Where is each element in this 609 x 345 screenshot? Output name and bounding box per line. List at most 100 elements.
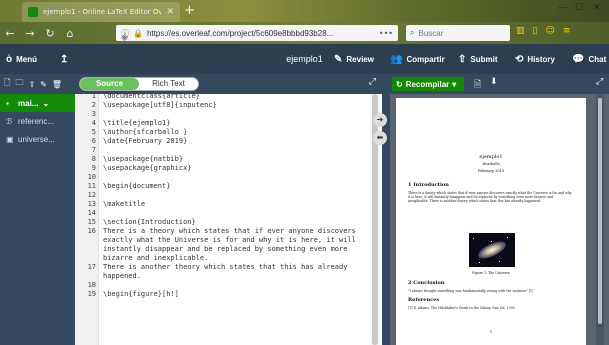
- sync-to-code-icon[interactable]: ⬅: [373, 131, 387, 145]
- pdf-conclusion-text: "I always thought something was fundamen…: [408, 289, 534, 293]
- code-line[interactable]: 17 There is another theory which states t…: [75, 263, 375, 272]
- account-icon[interactable]: ☺: [545, 26, 554, 36]
- code-line[interactable]: 9 \usepackage{graphicx}: [75, 164, 375, 173]
- code-text[interactable]: instantly disappear and be replaced by s…: [99, 245, 347, 254]
- code-text[interactable]: \begin{figure}[h!]: [99, 290, 179, 299]
- file-item-universe[interactable]: ▣ universe...: [0, 130, 75, 148]
- code-text[interactable]: \documentclass{article}: [99, 94, 200, 101]
- hamburger-menu-icon[interactable]: ≡: [563, 26, 571, 36]
- code-text[interactable]: \section{Introduction}: [99, 218, 196, 227]
- history-button[interactable]: ⟲ History: [515, 44, 555, 74]
- code-line[interactable]: happened.: [75, 272, 375, 281]
- code-text[interactable]: \title{ejemplo1}: [99, 119, 170, 128]
- delete-icon[interactable]: 🗑: [52, 80, 62, 89]
- code-lines[interactable]: 1 \documentclass{article} 2 \usepackage[utf…: [75, 94, 375, 299]
- browser-tab[interactable]: ejemplo1 - Online LaTeX Editor Overleaf …: [22, 2, 180, 22]
- code-text[interactable]: [99, 146, 103, 155]
- code-text[interactable]: There is another theory which states tha…: [99, 263, 347, 272]
- home-icon[interactable]: ⌂: [60, 27, 80, 40]
- close-tab-icon[interactable]: ✕: [166, 7, 174, 17]
- code-line[interactable]: bizarre and inexplicable.: [75, 254, 375, 263]
- expand-pdf-icon[interactable]: ⤢: [596, 77, 603, 87]
- code-line[interactable]: exactly what the Universe is for and why…: [75, 236, 375, 245]
- logs-icon[interactable]: 🗎: [474, 77, 481, 93]
- close-window-icon[interactable]: ✕: [593, 3, 601, 13]
- code-text[interactable]: \begin{document}: [99, 182, 170, 191]
- code-line[interactable]: 11 \begin{document}: [75, 182, 375, 191]
- search-bar[interactable]: ⌕ Buscar: [406, 25, 510, 41]
- pdf-scrollbar[interactable]: [596, 94, 604, 345]
- code-line[interactable]: 14: [75, 209, 375, 218]
- code-text[interactable]: [99, 191, 103, 200]
- code-text[interactable]: [99, 209, 103, 218]
- pdf-viewer[interactable]: ejemplo1 sfcarballo February 2019 1 Intr…: [390, 94, 609, 345]
- new-file-icon[interactable]: 🗋: [4, 77, 10, 91]
- submit-button[interactable]: ⇧ Submit: [458, 44, 498, 74]
- menu-button[interactable]: ȯ Menú: [6, 44, 37, 74]
- back-icon[interactable]: ←: [0, 27, 20, 40]
- upload-icon[interactable]: ⇪: [28, 80, 35, 89]
- pdf-page[interactable]: ejemplo1 sfcarballo February 2019 1 Intr…: [396, 98, 586, 345]
- line-number: 14: [87, 209, 96, 217]
- dropdown-caret-icon[interactable]: ▾: [452, 80, 456, 89]
- code-line[interactable]: 13 \maketitle: [75, 200, 375, 209]
- code-text[interactable]: [99, 173, 103, 182]
- new-folder-icon[interactable]: 🗀: [15, 77, 23, 91]
- code-editor[interactable]: 1 \documentclass{article} 2 \usepackage[utf…: [75, 94, 382, 345]
- code-line[interactable]: 19 \begin{figure}[h!]: [75, 290, 375, 299]
- sync-to-pdf-icon[interactable]: ➜: [373, 113, 387, 127]
- code-text[interactable]: [99, 110, 103, 119]
- code-line[interactable]: 2 \usepackage[utf8]{inputenc}: [75, 101, 375, 110]
- code-line[interactable]: 4 \title{ejemplo1}: [75, 119, 375, 128]
- recompile-button[interactable]: ↻ Recompilar ▾: [392, 77, 464, 91]
- new-tab-button[interactable]: +: [184, 3, 195, 18]
- code-text[interactable]: \date{February 2019}: [99, 137, 187, 146]
- code-line[interactable]: 12: [75, 191, 375, 200]
- rich-text-mode-button[interactable]: Rich Text: [139, 78, 198, 90]
- universe-image: [469, 233, 515, 267]
- page-actions-icon[interactable]: •••: [379, 29, 393, 38]
- code-line[interactable]: 1 \documentclass{article}: [75, 94, 375, 101]
- code-text[interactable]: \usepackage{natbib}: [99, 155, 183, 164]
- bookmark-star-icon[interactable]: ☆: [121, 32, 129, 43]
- code-line[interactable]: 18: [75, 281, 375, 290]
- code-line[interactable]: 3: [75, 110, 375, 119]
- code-line[interactable]: 15 \section{Introduction}: [75, 218, 375, 227]
- rename-icon[interactable]: ✎: [40, 80, 47, 89]
- code-text[interactable]: exactly what the Universe is for and why…: [99, 236, 356, 245]
- code-text[interactable]: \usepackage{graphicx}: [99, 164, 192, 173]
- code-text[interactable]: [99, 281, 103, 290]
- source-mode-button[interactable]: Source: [80, 78, 139, 90]
- code-line[interactable]: 10: [75, 173, 375, 182]
- code-text[interactable]: \maketitle: [99, 200, 145, 209]
- expand-editor-icon[interactable]: ⤢: [369, 77, 376, 87]
- home-button[interactable]: ↥: [60, 44, 68, 74]
- code-text[interactable]: There is a theory which states that if e…: [99, 227, 356, 236]
- code-line[interactable]: instantly disappear and be replaced by s…: [75, 245, 375, 254]
- sidebar-icon[interactable]: ▯: [533, 26, 538, 36]
- forward-icon[interactable]: →: [20, 27, 40, 40]
- code-text[interactable]: bizarre and inexplicable.: [99, 254, 208, 263]
- code-line[interactable]: 5 \author{sfcarballo }: [75, 128, 375, 137]
- code-text[interactable]: happened.: [99, 272, 141, 281]
- code-line[interactable]: 6 \date{February 2019}: [75, 137, 375, 146]
- library-icon[interactable]: ▥: [516, 26, 525, 36]
- code-line[interactable]: 7: [75, 146, 375, 155]
- minimize-icon[interactable]: —: [558, 3, 567, 13]
- chevron-down-icon[interactable]: ⌄: [42, 99, 49, 108]
- maximize-icon[interactable]: ☐: [575, 3, 583, 13]
- pdf-scroll-thumb[interactable]: [598, 98, 602, 324]
- share-button[interactable]: 👥 Compartir: [390, 44, 445, 74]
- code-line[interactable]: 16 There is a theory which states that if…: [75, 227, 375, 236]
- code-text[interactable]: \usepackage[utf8]{inputenc}: [99, 101, 217, 110]
- download-icon[interactable]: ⬇: [490, 77, 498, 87]
- url-bar[interactable]: ⓘ 🔒 https://es.overleaf.com/project/5c60…: [116, 25, 398, 43]
- bib-file-icon: ℬ: [6, 116, 13, 126]
- code-text[interactable]: \author{sfcarballo }: [99, 128, 187, 137]
- reload-icon[interactable]: ↻: [40, 27, 60, 40]
- file-item-references[interactable]: ℬ referenc...: [0, 112, 75, 130]
- code-line[interactable]: 8 \usepackage{natbib}: [75, 155, 375, 164]
- review-button[interactable]: ✎ Review: [334, 44, 374, 74]
- file-item-main[interactable]: ▪ mai... ⌄: [0, 94, 75, 112]
- chat-button[interactable]: 💬 Chat: [572, 44, 606, 74]
